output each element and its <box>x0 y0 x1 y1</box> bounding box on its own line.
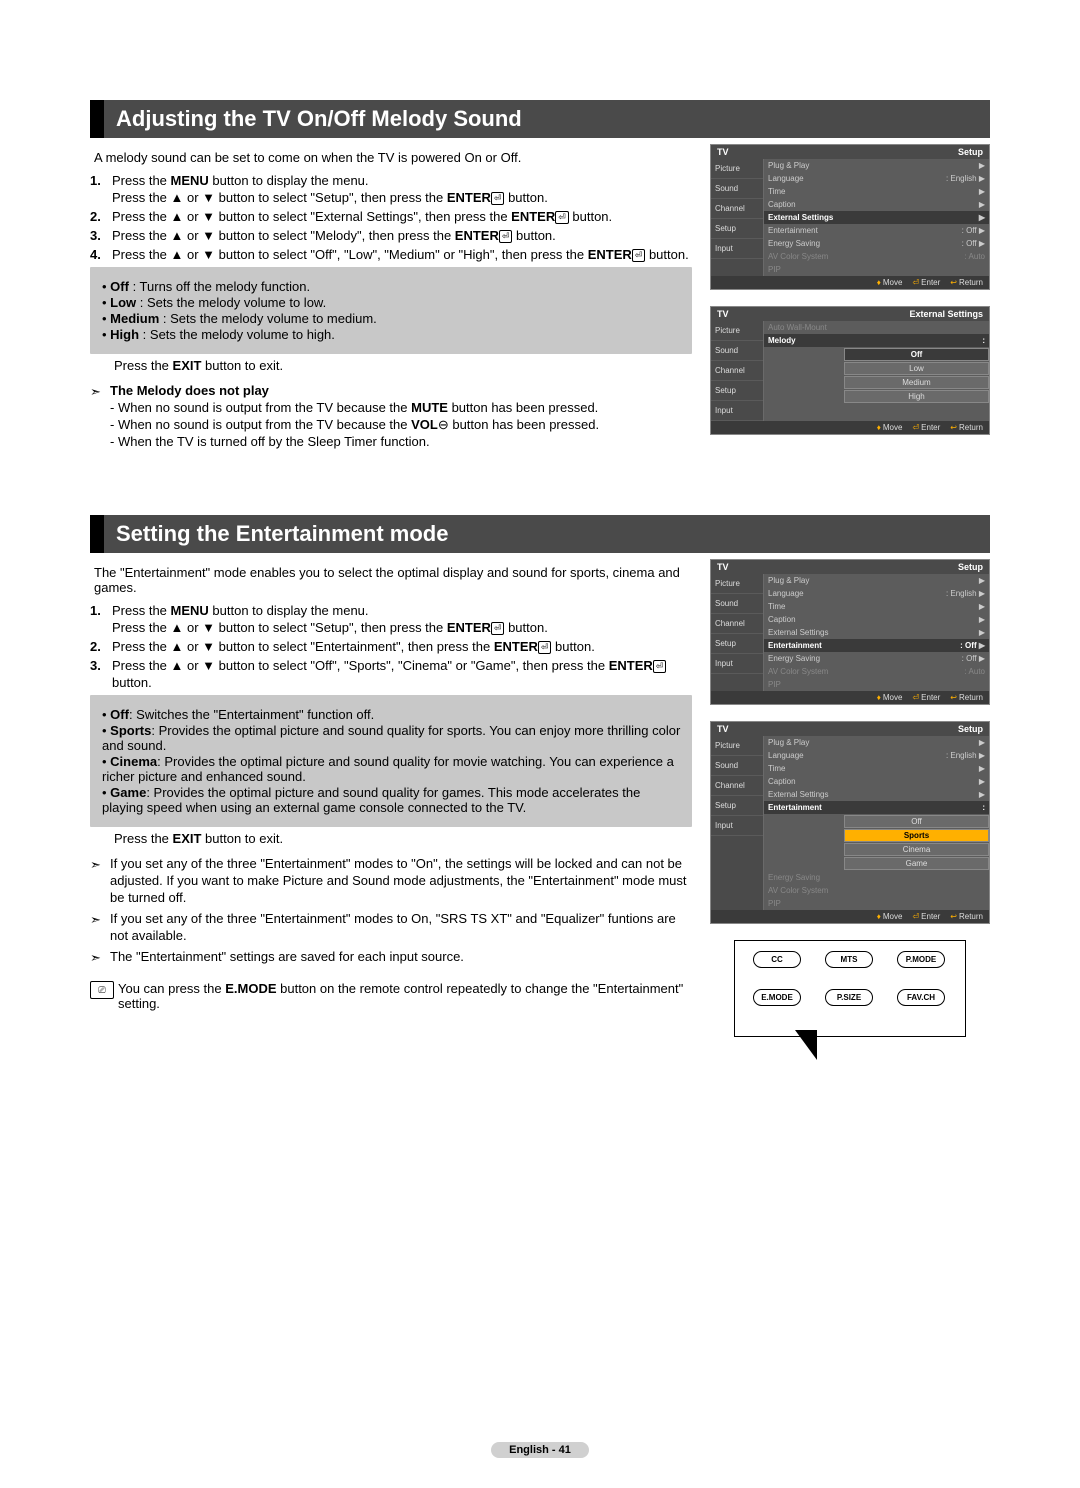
psize-button[interactable]: P.SIZE <box>825 989 873 1006</box>
step: 1.Press the MENU button to display the m… <box>90 173 692 207</box>
step: 2.Press the ▲ or ▼ button to select "Ent… <box>90 639 692 656</box>
section-1-gray-box: Off : Turns off the melody function.Low … <box>90 267 692 354</box>
pointer-triangle-icon <box>795 1030 817 1060</box>
remote-tip-text: You can press the E.MODE button on the r… <box>118 981 692 1011</box>
melody-note-title: The Melody does not play <box>110 383 692 400</box>
step: 3.Press the ▲ or ▼ button to select "Off… <box>90 658 692 692</box>
section-1-intro: A melody sound can be set to come on whe… <box>94 150 692 165</box>
section-2-exit: Press the EXIT button to exit. <box>114 831 692 846</box>
section-1-bullets: Off : Turns off the melody function.Low … <box>102 279 682 342</box>
menu-screenshot-setup-3: TVSetupPictureSoundChannelSetupInputPlug… <box>710 721 990 924</box>
page-number: English - 41 <box>491 1442 589 1458</box>
section-2: Setting the Entertainment mode The "Ente… <box>90 515 990 1037</box>
menu-screenshot-setup: TVSetupPictureSoundChannelSetupInputPlug… <box>710 144 990 290</box>
menu-screenshot-external: TVExternal SettingsPictureSoundChannelSe… <box>710 306 990 435</box>
section-1-steps: 1.Press the MENU button to display the m… <box>90 173 692 263</box>
arrow-icon <box>90 384 110 451</box>
section-1-note-items: - When no sound is output from the TV be… <box>110 400 692 451</box>
section-2-notes: If you set any of the three "Entertainme… <box>90 856 692 966</box>
step: 4.Press the ▲ or ▼ button to select "Off… <box>90 247 692 264</box>
step: 3.Press the ▲ or ▼ button to select "Mel… <box>90 228 692 245</box>
remote-tip: ⎚ You can press the E.MODE button on the… <box>90 981 692 1011</box>
section-1-title: Adjusting the TV On/Off Melody Sound <box>90 100 990 138</box>
manual-page: Adjusting the TV On/Off Melody Sound A m… <box>0 0 1080 1488</box>
favch-button[interactable]: FAV.CH <box>897 989 945 1006</box>
arrow-icon <box>90 912 110 945</box>
step: 1.Press the MENU button to display the m… <box>90 603 692 637</box>
pmode-button[interactable]: P.MODE <box>897 951 945 968</box>
section-2-title: Setting the Entertainment mode <box>90 515 990 553</box>
section-2-gray-box: Off: Switches the "Entertainment" functi… <box>90 695 692 827</box>
arrow-icon <box>90 857 110 907</box>
mts-button[interactable]: MTS <box>825 951 873 968</box>
emode-button[interactable]: E.MODE <box>753 989 801 1006</box>
section-2-intro: The "Entertainment" mode enables you to … <box>94 565 692 595</box>
arrow-icon <box>90 950 110 967</box>
cc-button[interactable]: CC <box>753 951 801 968</box>
page-footer: English - 41 <box>0 1442 1080 1458</box>
section-2-steps: 1.Press the MENU button to display the m… <box>90 603 692 691</box>
menu-screenshot-setup-2: TVSetupPictureSoundChannelSetupInputPlug… <box>710 559 990 705</box>
remote-control: CC MTS P.MODE E.MODE P.SIZE FAV.CH <box>734 940 966 1037</box>
section-1-note: The Melody does not play - When no sound… <box>90 383 692 451</box>
section-1: Adjusting the TV On/Off Melody Sound A m… <box>90 100 990 455</box>
section-1-exit: Press the EXIT button to exit. <box>114 358 692 373</box>
section-2-bullets: Off: Switches the "Entertainment" functi… <box>102 707 682 815</box>
step: 2.Press the ▲ or ▼ button to select "Ext… <box>90 209 692 226</box>
remote-small-icon: ⎚ <box>90 981 114 999</box>
